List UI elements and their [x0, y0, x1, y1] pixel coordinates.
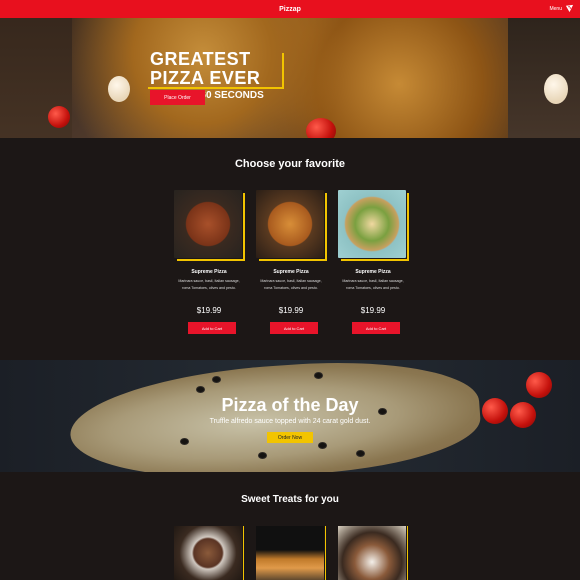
hero-pizza-image [72, 18, 508, 138]
tomato-image [306, 118, 336, 138]
sweet-treats-heading: Sweet Treats for you [241, 494, 339, 505]
product-price: $19.99 [360, 306, 386, 315]
donuts-image[interactable] [174, 526, 242, 580]
flatbread-image [66, 360, 484, 472]
olive-image [258, 452, 267, 459]
tomato-image [48, 106, 70, 128]
product-description: Marinara sauce, basil, Italian sausage, … [260, 279, 322, 290]
menu-button[interactable]: Menu [549, 4, 574, 13]
hero-background-right [508, 18, 580, 138]
add-to-cart-button[interactable]: Add to Cart [270, 322, 318, 334]
pizza-image[interactable] [338, 190, 406, 258]
order-now-button[interactable]: Order Now [267, 432, 313, 443]
treat-card [338, 526, 408, 580]
pizza-of-the-day-title: Pizza of the Day [221, 395, 359, 415]
product-price: $19.99 [278, 306, 304, 315]
olive-image [356, 450, 365, 457]
garlic-image [108, 76, 130, 102]
brand-logo[interactable]: Pizzap [279, 6, 301, 13]
pizza-image[interactable] [256, 190, 324, 258]
pizza-slice-icon [565, 4, 574, 13]
olive-image [196, 386, 205, 393]
product-description: Marinara sauce, basil, Italian sausage, … [178, 279, 240, 290]
treat-card [174, 526, 244, 580]
product-description: Marinara sauce, basil, Italian sausage, … [342, 279, 404, 290]
pizza-of-the-day-section [0, 360, 580, 472]
garlic-image [544, 74, 568, 104]
menu-label: Menu [549, 5, 562, 12]
pizza-of-the-day-subtitle: Truffle alfredo sauce topped with 24 car… [209, 418, 371, 425]
top-navbar: Pizzap Menu [0, 0, 580, 18]
product-name: Supreme Pizza [273, 269, 309, 275]
olive-image [314, 372, 323, 379]
treat-card [256, 526, 326, 580]
favorites-heading: Choose your favorite [234, 158, 346, 170]
product-price: $19.99 [196, 306, 222, 315]
olive-image [212, 376, 221, 383]
add-to-cart-button[interactable]: Add to Cart [352, 322, 400, 334]
product-name: Supreme Pizza [191, 269, 227, 275]
product-name: Supreme Pizza [355, 269, 391, 275]
hero-section: GREATEST PIZZA EVER READY IN 60 SECONDS [0, 18, 580, 138]
olive-image [180, 438, 189, 445]
cake-image[interactable] [338, 526, 406, 580]
add-to-cart-button[interactable]: Add to Cart [188, 322, 236, 334]
pizza-image[interactable] [174, 190, 242, 258]
place-order-button[interactable]: Place Order [150, 90, 205, 105]
hero-title: GREATEST PIZZA EVER [150, 49, 261, 88]
olive-image [318, 442, 327, 449]
caramel-dessert-image[interactable] [256, 526, 324, 580]
